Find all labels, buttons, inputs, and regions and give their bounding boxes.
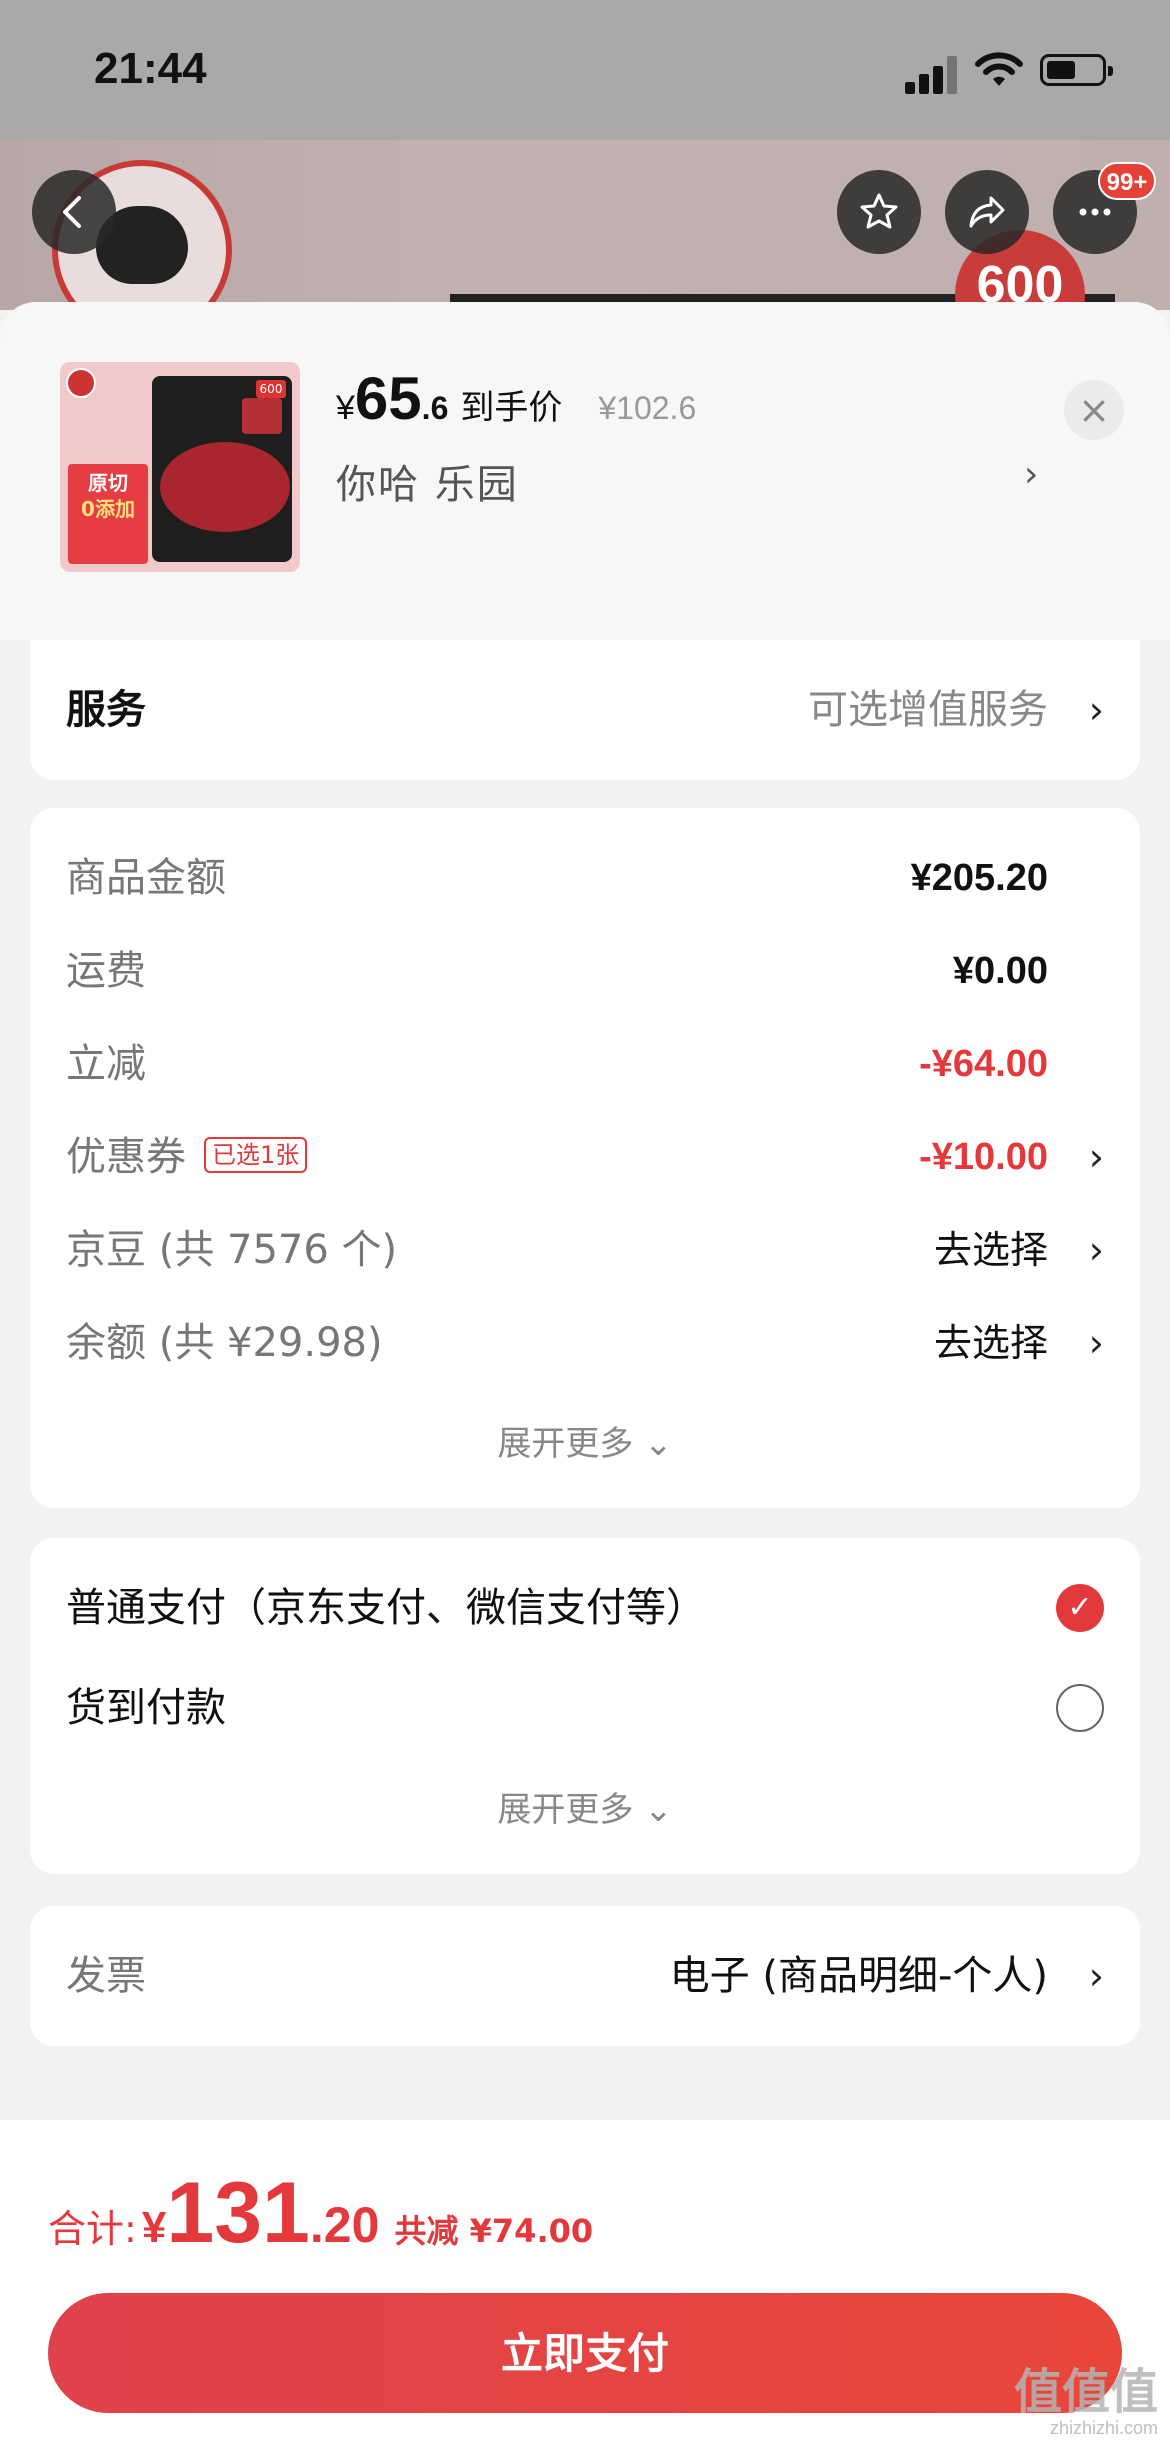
balance-value: 去选择 <box>933 1321 1048 1365</box>
chevron-right-icon[interactable]: › <box>1024 454 1038 495</box>
shipping-row: 运费 ¥0.00 <box>66 941 1104 1001</box>
status-time: 21:44 <box>94 44 207 93</box>
favorite-button[interactable] <box>837 170 921 254</box>
chevron-right-icon: › <box>1088 1135 1104 1179</box>
jingdou-label: 京豆 (共 7576 个) <box>66 1227 398 1273</box>
product-price: ¥65.6 到手价 ¥102.6 <box>336 364 696 434</box>
invoice-value: 电子 (商品明细-个人) <box>669 1953 1048 1999</box>
status-bar: 21:44 <box>0 0 1170 140</box>
checkout-footer: 合计: ¥131.20 共减 ¥74.00 立即支付 值值值 zhizhizhi… <box>0 2120 1170 2455</box>
shipping-label: 运费 <box>66 948 146 994</box>
jingdou-value: 去选择 <box>933 1228 1048 1272</box>
pay-now-button[interactable]: 立即支付 <box>48 2293 1122 2413</box>
thumbnail-tag: 原切 0添加 <box>68 464 148 564</box>
watermark: 值值值 zhizhizhi.com <box>1014 2367 1158 2439</box>
jingdou-row[interactable]: 京豆 (共 7576 个) 去选择 › <box>66 1220 1104 1280</box>
thumbnail-tag-line2: 0添加 <box>81 497 135 521</box>
close-button[interactable]: × <box>1064 380 1124 440</box>
goods-amount-row: 商品金额 ¥205.20 <box>66 848 1104 908</box>
product-spec[interactable]: 你哈 乐园 <box>336 452 519 510</box>
cost-breakdown-card: 商品金额 ¥205.20 运费 ¥0.00 立减 -¥64.00 优惠券 已选1张… <box>30 808 1140 1508</box>
thumbnail-tag-line1: 原切 <box>88 471 128 495</box>
watermark-sub: zhizhizhi.com <box>1049 2418 1158 2438</box>
balance-label: 余额 (共 ¥29.98) <box>66 1320 383 1366</box>
total-saved: 共减 ¥74.00 <box>394 2212 594 2250</box>
payment-option-label: 普通支付（京东支付、微信支付等） <box>66 1585 706 1631</box>
order-total: 合计: ¥131.20 共减 ¥74.00 <box>48 2164 593 2263</box>
payment-method-card: 普通支付（京东支付、微信支付等） ✓ 货到付款 展开更多 ⌄ <box>30 1538 1140 1874</box>
price-decimal: .6 <box>421 390 449 426</box>
chevron-right-icon: › <box>1088 1954 1104 1998</box>
goods-amount-value: ¥205.20 <box>910 857 1048 899</box>
coupon-selected-chip: 已选1张 <box>204 1137 308 1173</box>
price-currency: ¥ <box>336 389 355 427</box>
invoice-row[interactable]: 发票 电子 (商品明细-个人) › <box>66 1946 1104 2006</box>
invoice-card[interactable]: 发票 电子 (商品明细-个人) › <box>30 1906 1140 2046</box>
chevron-right-icon: › <box>1088 1321 1104 1365</box>
product-summary: 600 原切 0添加 ¥65.6 到手价 ¥102.6 你哈 乐园 › × <box>0 302 1170 640</box>
share-button[interactable] <box>945 170 1029 254</box>
expand-more-payment[interactable]: 展开更多 ⌄ <box>30 1782 1140 1831</box>
message-count-badge: 99+ <box>1098 162 1156 200</box>
watermark-text: 值值值 <box>1013 2364 1158 2420</box>
star-icon <box>860 193 898 229</box>
original-price: ¥102.6 <box>598 390 697 426</box>
coupon-label-wrap: 优惠券 已选1张 <box>66 1127 308 1187</box>
goods-amount-label: 商品金额 <box>66 855 226 901</box>
service-value: 可选增值服务 <box>808 687 1048 733</box>
instant-discount-label: 立减 <box>66 1041 146 1087</box>
back-button[interactable] <box>32 170 116 254</box>
wifi-icon <box>975 52 1023 86</box>
balance-row[interactable]: 余额 (共 ¥29.98) 去选择 › <box>66 1313 1104 1373</box>
instant-discount-row: 立减 -¥64.00 <box>66 1034 1104 1094</box>
total-label: 合计: <box>48 2207 137 2251</box>
radio-unchecked-icon[interactable] <box>1056 1684 1104 1732</box>
shipping-value: ¥0.00 <box>952 950 1048 992</box>
coupon-row[interactable]: 优惠券 已选1张 -¥10.00 › <box>66 1127 1104 1187</box>
payment-option-cod[interactable]: 货到付款 <box>66 1678 1104 1738</box>
service-label: 服务 <box>66 687 146 733</box>
chevron-right-icon: › <box>1088 688 1104 732</box>
invoice-label: 发票 <box>66 1953 146 1999</box>
service-row[interactable]: 服务 可选增值服务 › <box>66 680 1104 740</box>
total-currency: ¥ <box>141 2203 167 2252</box>
instant-discount-value: -¥64.00 <box>919 1043 1048 1085</box>
chevron-left-icon <box>63 196 81 228</box>
product-thumbnail: 600 原切 0添加 <box>60 362 300 572</box>
price-label: 到手价 <box>460 388 563 428</box>
payment-option-normal[interactable]: 普通支付（京东支付、微信支付等） ✓ <box>66 1578 1104 1638</box>
battery-icon <box>1040 54 1113 86</box>
service-card[interactable]: 服务 可选增值服务 › <box>30 640 1140 780</box>
radio-checked-icon[interactable]: ✓ <box>1056 1584 1104 1632</box>
coupon-label: 优惠券 <box>66 1134 186 1180</box>
coupon-value: -¥10.00 <box>919 1136 1048 1178</box>
share-icon <box>969 196 1005 228</box>
payment-option-label: 货到付款 <box>66 1685 226 1731</box>
total-integer: 131 <box>166 2165 310 2261</box>
total-decimal: .20 <box>309 2197 380 2253</box>
close-icon: × <box>1078 388 1110 432</box>
product-hero-background: 600 99+ <box>0 140 1170 310</box>
price-integer: 65 <box>354 365 422 432</box>
cellular-signal-icon <box>905 54 959 94</box>
expand-more-costs[interactable]: 展开更多 ⌄ <box>30 1416 1140 1465</box>
chevron-right-icon: › <box>1088 1228 1104 1272</box>
